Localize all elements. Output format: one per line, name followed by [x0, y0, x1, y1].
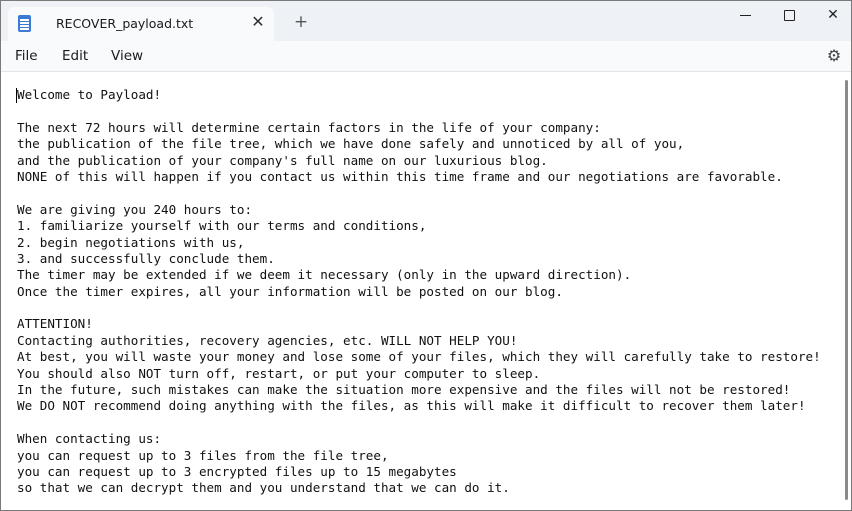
menu-edit[interactable]: Edit — [62, 48, 88, 64]
window-close-button[interactable]: ✕ — [813, 4, 851, 26]
notepad-window: RECOVER_payload.txt ✕ + ✕ File Edit View… — [0, 0, 852, 511]
document-line: 1. familiarize yourself with our terms a… — [17, 218, 427, 234]
minimize-icon — [739, 14, 751, 16]
maximize-icon — [783, 9, 795, 21]
document-line: 3. and successfully conclude them. — [17, 250, 275, 266]
document-line: You should also NOT turn off, restart, o… — [17, 365, 541, 381]
document-line: the publication of the file tree, which … — [17, 136, 685, 152]
tab-title: RECOVER_payload.txt — [56, 16, 194, 31]
document-line: Welcome to Payload! — [17, 87, 162, 102]
close-icon: ✕ — [827, 7, 839, 23]
maximize-button[interactable] — [769, 4, 809, 26]
document-line: so that we can decrypt them and you unde… — [17, 480, 510, 496]
document-line: The next 72 hours will determine certain… — [17, 119, 601, 135]
document-line: you can request up to 3 encrypted files … — [17, 463, 457, 479]
text-editor-area[interactable]: Welcome to Payload! The next 72 hours wil… — [1, 72, 851, 510]
new-tab-plus-icon[interactable]: + — [291, 12, 311, 32]
text-cursor — [16, 88, 17, 103]
document-text: Welcome to Payload! The next 72 hours wil… — [17, 87, 821, 497]
document-line: We DO NOT recommend doing anything with … — [17, 398, 806, 414]
title-bar: RECOVER_payload.txt ✕ + ✕ — [1, 1, 851, 41]
document-line: In the future, such mistakes can make th… — [17, 382, 791, 398]
notepad-file-icon — [18, 15, 31, 32]
document-line: 2. begin negotiations with us, — [17, 234, 245, 250]
minimize-button[interactable] — [725, 4, 765, 26]
tab-close-icon[interactable]: ✕ — [248, 12, 268, 32]
document-line: At best, you will waste your money and l… — [17, 349, 821, 365]
menu-bar: File Edit View ⚙ — [1, 41, 851, 72]
document-line: NONE of this will happen if you contact … — [17, 168, 783, 184]
document-line: Contacting authorities, recovery agencie… — [17, 332, 518, 348]
menu-view[interactable]: View — [111, 48, 143, 64]
document-line: The timer may be extended if we deem it … — [17, 267, 632, 283]
document-line: ATTENTION! — [17, 316, 93, 332]
vertical-scrollbar[interactable] — [845, 80, 848, 500]
document-line: Once the timer expires, all your informa… — [17, 283, 563, 299]
settings-gear-icon[interactable]: ⚙ — [824, 46, 844, 66]
document-line: We are giving you 240 hours to: — [17, 201, 253, 217]
document-line: you can request up to 3 files from the f… — [17, 447, 389, 463]
document-line: and the publication of your company's fu… — [17, 152, 548, 168]
menu-file[interactable]: File — [15, 48, 38, 64]
tab-recover-payload[interactable]: RECOVER_payload.txt ✕ — [8, 7, 274, 41]
document-line: When contacting us: — [17, 431, 162, 447]
